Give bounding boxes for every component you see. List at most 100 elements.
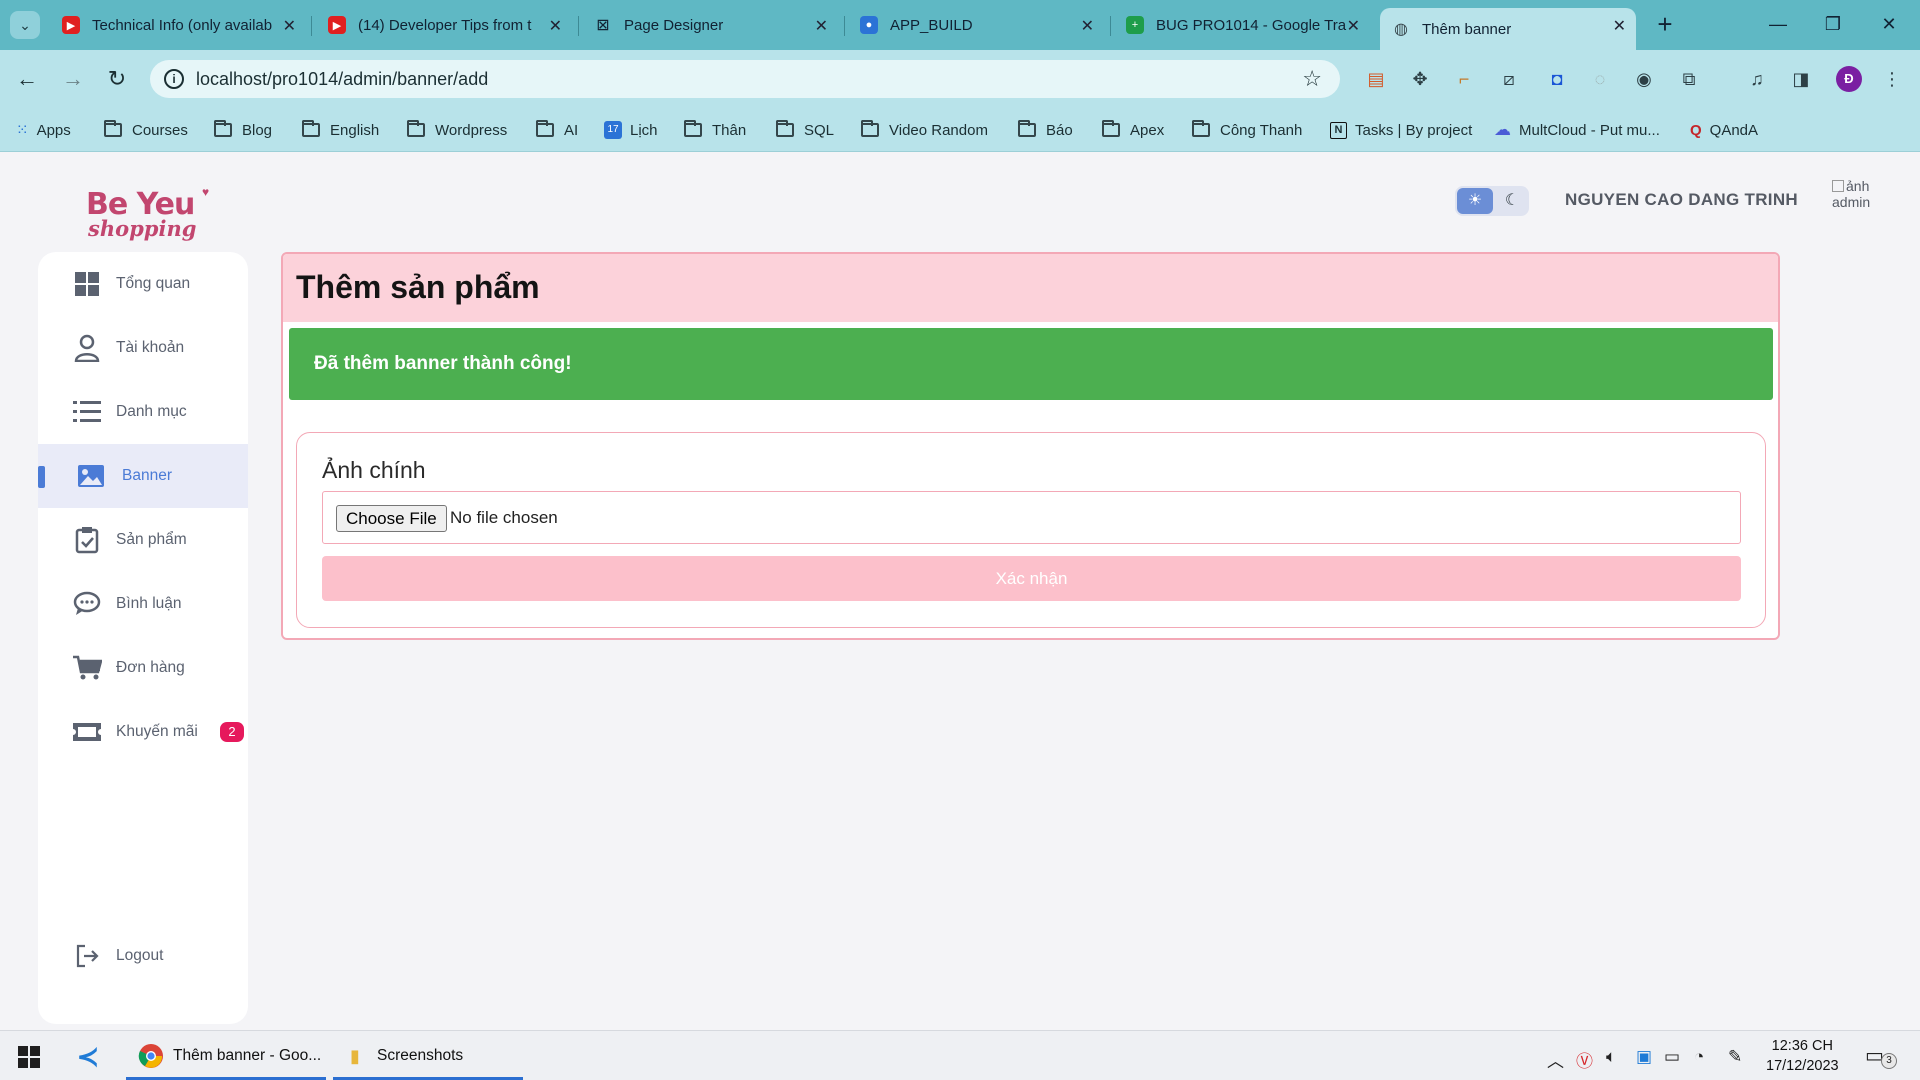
notification-center[interactable]: ▭ 3 <box>1865 1043 1897 1069</box>
tab-separator <box>311 16 312 36</box>
bookmark-english[interactable]: English <box>302 116 379 144</box>
sidebar-item-banner[interactable]: Banner <box>38 444 248 508</box>
back-button[interactable]: ← <box>10 62 44 96</box>
folder-icon <box>776 120 794 137</box>
bookmark-courses[interactable]: Courses <box>104 116 188 144</box>
sidebar-item-danh-muc[interactable]: Danh mục <box>38 380 248 444</box>
menu-kebab-icon[interactable]: ⋮ <box>1880 67 1904 91</box>
brand-logo[interactable]: Be Yeu shopping ♥ <box>86 185 209 241</box>
browser-tab[interactable]: ▶ Technical Info (only availab ✕ <box>50 8 306 42</box>
bookmark-video-random[interactable]: Video Random <box>861 116 988 144</box>
reload-button[interactable]: ↻ <box>100 62 134 96</box>
sidebar-item-tong-quan[interactable]: Tổng quan <box>38 252 248 316</box>
url-text[interactable]: localhost/pro1014/admin/banner/add <box>196 69 488 90</box>
youtube-icon: ▶ <box>62 16 80 34</box>
sidebar-item-binh-luan[interactable]: Bình luận <box>38 572 248 636</box>
google-sheets-icon: + <box>1126 16 1144 34</box>
browser-tab[interactable]: ▶ (14) Developer Tips from t ✕ <box>316 8 572 42</box>
side-panel-icon[interactable]: ◨ <box>1789 67 1813 91</box>
submit-button[interactable]: Xác nhận <box>322 556 1741 601</box>
browser-tab[interactable]: ⊠ Page Designer ✕ <box>582 8 838 42</box>
sidebar-item-khuyen-mai[interactable]: Khuyến mãi 2 <box>38 700 248 764</box>
extension-copy-icon[interactable]: ◘ <box>1545 67 1569 91</box>
bookmark-lich[interactable]: 17 Lịch <box>604 116 658 144</box>
logout-button[interactable]: Logout <box>38 924 248 988</box>
browser-tab[interactable]: ● APP_BUILD ✕ <box>848 8 1104 42</box>
sidebar-item-don-hang[interactable]: Đơn hàng <box>38 636 248 700</box>
success-alert: Đã thêm banner thành công! <box>289 328 1773 400</box>
extension-ruler-icon[interactable]: ⧄ <box>1497 67 1521 91</box>
extension-brush-icon[interactable]: ⌐ <box>1452 67 1476 91</box>
extension-calendar-icon[interactable]: ▤ <box>1364 67 1388 91</box>
bookmark-cong-thanh[interactable]: Công Thanh <box>1192 116 1302 144</box>
bookmark-than[interactable]: Thân <box>684 116 746 144</box>
taskbar-app-chrome[interactable]: Thêm banner - Goo... <box>137 1035 325 1077</box>
clock-time: 12:36 CH <box>1771 1038 1833 1054</box>
bookmark-apps[interactable]: ⁙ Apps <box>16 116 71 144</box>
bookmark-label: Thân <box>712 121 747 139</box>
clipboard-check-icon <box>72 525 102 555</box>
folder-icon <box>1102 120 1120 137</box>
choose-file-button[interactable]: Choose File <box>336 505 447 532</box>
comment-icon <box>72 589 102 619</box>
folder-icon <box>684 120 702 137</box>
browser-tab[interactable]: + BUG PRO1014 - Google Tra ✕ <box>1114 8 1370 42</box>
window-close-button[interactable]: ✕ <box>1866 8 1912 40</box>
bookmark-tasks[interactable]: N Tasks | By project <box>1330 116 1472 144</box>
chevron-down-icon: ⌄ <box>19 16 31 33</box>
folder-icon <box>407 120 425 137</box>
sidebar-item-tai-khoan[interactable]: Tài khoản <box>38 316 248 380</box>
profile-avatar[interactable]: Đ <box>1836 66 1862 92</box>
bookmark-apex[interactable]: Apex <box>1102 116 1164 144</box>
windows-start-icon[interactable] <box>18 1046 40 1068</box>
bookmark-blog[interactable]: Blog <box>214 116 272 144</box>
vivaldi-tray-icon[interactable]: Ⓥ <box>1576 1047 1593 1072</box>
bookmark-wordpress[interactable]: Wordpress <box>407 116 507 144</box>
main-image-file-input[interactable]: Choose File No file chosen <box>322 491 1741 544</box>
tab-search-button[interactable]: ⌄ <box>10 11 40 39</box>
forward-button[interactable]: → <box>56 62 90 96</box>
bookmark-sql[interactable]: SQL <box>776 116 834 144</box>
wifi-icon[interactable]: ◔ <box>1694 1047 1704 1067</box>
bluetooth-icon[interactable]: ▣ <box>1636 1047 1652 1067</box>
new-tab-button[interactable]: + <box>1650 10 1680 40</box>
taskbar-app-vscode[interactable]: ≺ <box>74 1035 110 1077</box>
close-icon[interactable]: ✕ <box>1081 16 1094 36</box>
extensions-puzzle-icon[interactable]: ⧉ <box>1677 67 1701 91</box>
speaker-icon[interactable]: 🔈︎ <box>1606 1047 1616 1067</box>
extension-move-icon[interactable]: ✥ <box>1408 67 1432 91</box>
browser-tab-active[interactable]: ◍ Thêm banner ✕ <box>1380 8 1636 50</box>
minimize-button[interactable]: — <box>1755 8 1801 40</box>
sidebar-item-label: Bình luận <box>116 595 182 612</box>
close-icon[interactable]: ✕ <box>815 16 828 36</box>
restore-button[interactable]: ❐ <box>1810 8 1856 40</box>
banner-form: Ảnh chính Choose File No file chosen Xác… <box>296 432 1766 628</box>
bookmark-qanda[interactable]: Q QAndA <box>1690 116 1758 144</box>
battery-icon[interactable]: ▭ <box>1664 1047 1680 1067</box>
extension-record-icon[interactable]: ◉ <box>1632 67 1656 91</box>
extension-compass-icon[interactable]: ◌ <box>1588 67 1612 91</box>
moon-icon[interactable]: ☾ <box>1499 188 1525 214</box>
address-bar[interactable]: i localhost/pro1014/admin/banner/add ☆ <box>150 60 1340 98</box>
bookmark-multcloud[interactable]: ☁ MultCloud - Put mu... <box>1494 116 1660 144</box>
bookmark-bao[interactable]: Báo <box>1018 116 1073 144</box>
calendar-icon: 17 <box>604 121 622 139</box>
site-info-icon[interactable]: i <box>164 69 184 89</box>
system-clock[interactable]: 12:36 CH 17/12/2023 <box>1766 1036 1839 1076</box>
theme-toggle[interactable]: ☀ ☾ <box>1455 186 1529 216</box>
media-control-icon[interactable]: ♫ <box>1745 67 1769 91</box>
chevron-up-icon[interactable]: ︿ <box>1547 1047 1564 1072</box>
sidebar-item-label: Tổng quan <box>116 275 191 292</box>
sidebar-item-san-pham[interactable]: Sản phẩm <box>38 508 248 572</box>
sun-icon[interactable]: ☀ <box>1457 188 1493 214</box>
bookmark-star-icon[interactable]: ☆ <box>1302 66 1322 92</box>
logout-label: Logout <box>116 947 164 964</box>
close-icon[interactable]: ✕ <box>283 16 296 36</box>
close-icon[interactable]: ✕ <box>1347 16 1360 36</box>
avatar[interactable]: ảnh admin <box>1832 178 1892 218</box>
bookmark-ai[interactable]: AI <box>536 116 578 144</box>
close-icon[interactable]: ✕ <box>549 16 562 36</box>
pen-icon[interactable]: ✎ <box>1728 1047 1742 1067</box>
taskbar-app-explorer[interactable]: ▮ Screenshots <box>341 1035 521 1077</box>
close-icon[interactable]: ✕ <box>1613 16 1626 36</box>
